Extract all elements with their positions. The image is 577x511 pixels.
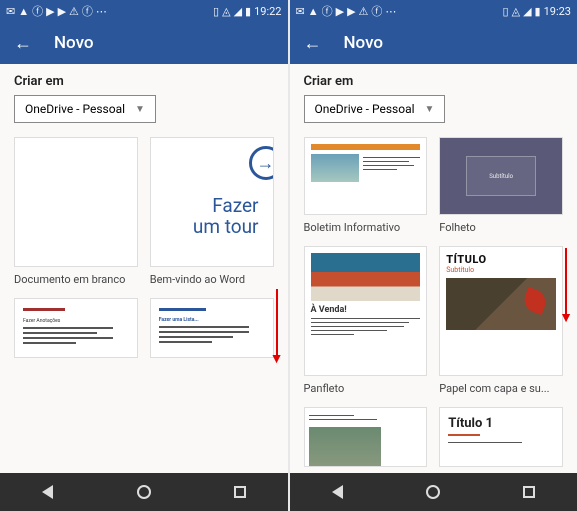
facebook-icon: ⓕ [82,3,93,19]
nav-recent-icon[interactable] [520,483,538,501]
template-label: Folheto [439,221,563,234]
template-flyer[interactable]: À Venda! Panfleto [304,246,428,395]
brochure-thumbnail: Subtítulo [439,137,563,215]
person-icon: ▲ [18,5,29,18]
facebook-icon: ⓕ [32,3,43,19]
blank-thumbnail [14,137,138,267]
dropdown-value: OneDrive - Pessoal [315,102,415,116]
arrow-right-icon: → [249,146,274,180]
status-icons-right: ▯ ◬ ◢ ▮ 19:23 [503,5,571,18]
app-bar: ← Novo [290,22,577,64]
person-icon: ▲ [308,5,319,18]
template-blank-document[interactable]: Documento em branco [14,137,138,286]
extra-thumbnail [304,407,428,467]
scroll-down-annotation: ▼ [270,289,284,363]
flyer-thumbnail: À Venda! [304,246,428,376]
battery-icon: ▮ [245,5,251,18]
nav-back-icon[interactable] [39,483,57,501]
chevron-down-icon: ▼ [425,104,435,115]
nav-home-icon[interactable] [135,483,153,501]
youtube-icon: ▶ [46,5,54,18]
template-notes[interactable]: Fazer Anotações [14,298,138,358]
list-thumbnail: Fazer uma Lista... [150,298,274,358]
left-screenshot: ✉ ▲ ⓕ ▶ ▶ ⚠ ⓕ ⋯ ▯ ◬ ◢ ▮ 19:22 ← Novo Cri… [0,0,288,511]
template-label: Boletim Informativo [304,221,428,234]
battery-icon: ▮ [535,5,541,18]
warning-icon: ⚠ [69,5,79,18]
template-extra-1[interactable] [304,407,428,467]
clock: 19:23 [544,5,571,18]
location-dropdown[interactable]: OneDrive - Pessoal ▼ [304,95,446,123]
template-brochure[interactable]: Subtítulo Folheto [439,137,563,234]
signal-icon: ◢ [523,5,531,18]
facebook-icon: ⓕ [322,3,333,19]
nav-recent-icon[interactable] [231,483,249,501]
mail-icon: ✉ [6,5,15,18]
clock: 19:22 [254,5,281,18]
vibrate-icon: ▯ [213,5,219,18]
template-list[interactable]: Fazer uma Lista... [150,298,274,358]
template-cover-paper[interactable]: TÍTULO Subtítulo Papel com capa e su... [439,246,563,395]
wifi-icon: ◬ [512,5,520,18]
youtube-icon: ▶ [347,5,355,18]
page-title: Novo [54,33,94,53]
app-bar: ← Novo [0,22,288,64]
dropdown-value: OneDrive - Pessoal [25,102,125,116]
nav-home-icon[interactable] [424,483,442,501]
vibrate-icon: ▯ [503,5,509,18]
page-title: Novo [344,33,384,53]
more-icon: ⋯ [385,5,396,18]
chevron-down-icon: ▼ [135,104,145,115]
content-area: Criar em OneDrive - Pessoal ▼ [290,64,577,473]
tour-text: Fazer um tour [193,196,259,238]
scroll-down-annotation: ▼ [559,248,573,322]
template-label: Papel com capa e su... [439,382,563,395]
right-screenshot: ✉ ▲ ⓕ ▶ ▶ ⚠ ⓕ ⋯ ▯ ◬ ◢ ▮ 19:23 ← Novo Cri… [290,0,577,511]
template-extra-2[interactable]: Título 1 [439,407,563,467]
android-nav-bar [290,473,577,511]
template-label: Panfleto [304,382,428,395]
template-welcome-tour[interactable]: → Fazer um tour Bem-vindo ao Word [150,137,274,286]
location-dropdown[interactable]: OneDrive - Pessoal ▼ [14,95,156,123]
mail-icon: ✉ [296,5,305,18]
title1-thumbnail: Título 1 [439,407,563,467]
template-label: Documento em branco [14,273,138,286]
wifi-icon: ◬ [222,5,230,18]
newsletter-thumbnail [304,137,428,215]
android-nav-bar [0,473,288,511]
status-icons-left: ✉ ▲ ⓕ ▶ ▶ ⚠ ⓕ ⋯ [296,3,397,19]
back-icon[interactable]: ← [304,33,322,54]
content-area: Criar em OneDrive - Pessoal ▼ Documento … [0,64,288,473]
template-grid: Boletim Informativo Subtítulo Folheto À … [304,137,564,467]
youtube-icon: ▶ [336,5,344,18]
status-bar: ✉ ▲ ⓕ ▶ ▶ ⚠ ⓕ ⋯ ▯ ◬ ◢ ▮ 19:23 [290,0,577,22]
status-icons-right: ▯ ◬ ◢ ▮ 19:22 [213,5,281,18]
back-icon[interactable]: ← [14,33,32,54]
status-bar: ✉ ▲ ⓕ ▶ ▶ ⚠ ⓕ ⋯ ▯ ◬ ◢ ▮ 19:22 [0,0,288,22]
notes-thumbnail: Fazer Anotações [14,298,138,358]
create-in-label: Criar em [304,74,564,89]
status-icons-left: ✉ ▲ ⓕ ▶ ▶ ⚠ ⓕ ⋯ [6,3,107,19]
nav-back-icon[interactable] [328,483,346,501]
youtube-icon: ▶ [58,5,66,18]
more-icon: ⋯ [96,5,107,18]
tour-thumbnail: → Fazer um tour [150,137,274,267]
cover-thumbnail: TÍTULO Subtítulo [439,246,563,376]
template-newsletter[interactable]: Boletim Informativo [304,137,428,234]
warning-icon: ⚠ [359,5,369,18]
signal-icon: ◢ [234,5,242,18]
template-label: Bem-vindo ao Word [150,273,274,286]
template-grid: Documento em branco → Fazer um tour Bem-… [14,137,274,358]
create-in-label: Criar em [14,74,274,89]
facebook-icon: ⓕ [371,3,382,19]
